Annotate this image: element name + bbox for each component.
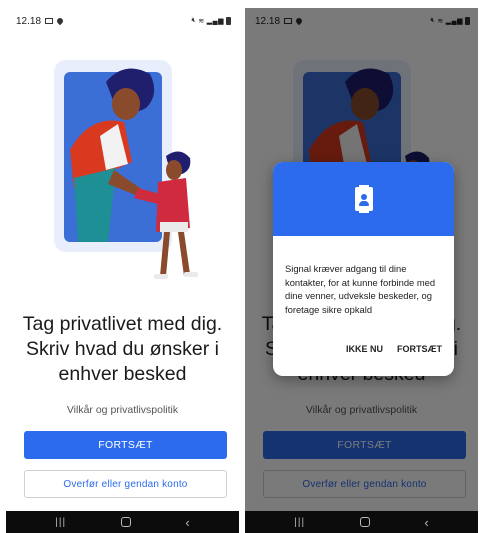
signal-contacts-permission-screen: 12.18 🔇︎ ≋ ▂▄▆ Tag privatlivet med dig. … (245, 8, 478, 533)
recents-icon[interactable]: ||| (55, 517, 66, 528)
back-icon[interactable]: ‹ (424, 516, 428, 529)
battery-icon (226, 17, 231, 25)
wifi-icon: ≋ (198, 18, 205, 25)
title-line: Tag privatlivet med dig. (22, 313, 223, 335)
not-now-button[interactable]: IKKE NU (346, 344, 383, 354)
dialog-continue-button[interactable]: FORTSÆT (397, 344, 442, 354)
image-notification-icon (45, 18, 54, 24)
onboarding-title: Tag privatlivet med dig. Skriv hvad du ø… (14, 312, 231, 387)
title-line: enhver besked (58, 363, 187, 385)
onboarding-illustration (54, 60, 198, 279)
contacts-permission-dialog: Signal kræver adgang til dine kontakter,… (273, 162, 454, 376)
location-icon (55, 16, 65, 26)
system-navigation-bar: ||| ‹ (6, 511, 239, 533)
mute-icon: 🔇︎ (191, 17, 197, 24)
contacts-icon (354, 185, 373, 213)
continue-button[interactable]: FORTSÆT (24, 431, 227, 459)
signal-icon: ▂▄▆ (206, 18, 224, 25)
dialog-actions: IKKE NU FORTSÆT (346, 344, 442, 354)
home-icon[interactable] (120, 517, 131, 527)
recents-icon[interactable]: ||| (294, 517, 305, 528)
dialog-header (273, 162, 454, 236)
system-navigation-bar: ||| ‹ (245, 511, 478, 533)
transfer-restore-account-button[interactable]: Overfør eller gendan konto (24, 470, 227, 498)
terms-privacy-link[interactable]: Vilkår og privatlivspolitik (6, 404, 239, 416)
title-line: Skriv hvad du ønsker i (26, 338, 219, 360)
dialog-message: Signal kræver adgang til dine kontakter,… (285, 263, 436, 315)
home-icon[interactable] (359, 517, 370, 527)
status-time: 12.18 (16, 15, 42, 27)
back-icon[interactable]: ‹ (185, 516, 189, 529)
signal-onboarding-screen: 12.18 🔇︎ ≋ ▂▄▆ Tag privatlivet med dig. (6, 8, 239, 533)
status-bar: 12.18 🔇︎ ≋ ▂▄▆ (6, 8, 239, 34)
